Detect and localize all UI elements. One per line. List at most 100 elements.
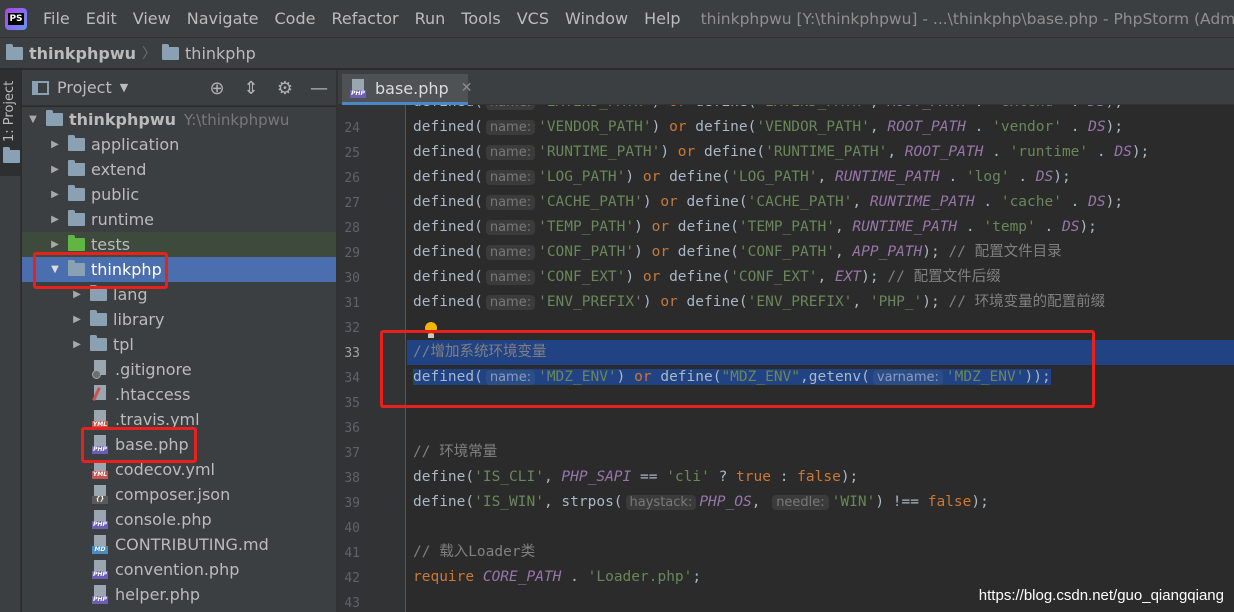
tree-item-label: tpl	[113, 335, 134, 354]
project-view-selector[interactable]: Project	[57, 78, 112, 97]
tree-item-console-php[interactable]: PHP console.php	[22, 507, 336, 532]
parameter-hint: needle:	[772, 495, 829, 510]
tree-item-label: thinkphp	[91, 260, 162, 279]
tree-item-library[interactable]: ▶ library	[22, 307, 336, 332]
tree-item-extend[interactable]: ▶ extend	[22, 157, 336, 182]
gitignore-file-icon	[92, 360, 109, 379]
menu-help[interactable]: Help	[636, 9, 688, 28]
window-title: thinkphpwu [Y:\thinkphpwu] - ...\thinkph…	[700, 9, 1234, 28]
menu-navigate[interactable]: Navigate	[179, 9, 267, 28]
gear-icon[interactable]: ⚙	[274, 78, 296, 99]
locate-target-icon[interactable]: ⊕	[206, 78, 228, 99]
menu-tools[interactable]: Tools	[453, 9, 508, 28]
tree-item-public[interactable]: ▶ public	[22, 182, 336, 207]
menu-run[interactable]: Run	[407, 9, 454, 28]
chevron-right-icon[interactable]: ▶	[70, 289, 84, 300]
parameter-hint: name:	[485, 295, 536, 310]
phpstorm-logo-icon: PS	[5, 7, 27, 30]
tree-item-label: base.php	[115, 435, 189, 454]
tree-item-runtime[interactable]: ▶ runtime	[22, 207, 336, 232]
tree-item-label: convention.php	[115, 560, 240, 579]
parameter-hint: name:	[485, 170, 536, 185]
menu-window[interactable]: Window	[557, 9, 636, 28]
chevron-right-icon[interactable]: ▶	[48, 214, 62, 225]
chevron-right-icon[interactable]: ▶	[48, 189, 62, 200]
code-line-34: defined(name: 'MDZ_ENV') or define("MDZ_E…	[407, 365, 1234, 390]
line-number: 33	[344, 346, 360, 361]
tree-item-codecov-yml[interactable]: YML codecov.yml	[22, 457, 336, 482]
tree-item-lang[interactable]: ▶ lang	[22, 282, 336, 307]
tree-item-travis-yml[interactable]: YML .travis.yml	[22, 407, 336, 432]
code-line-38: define('IS_CLI', PHP_SAPI == 'cli' ? tru…	[413, 469, 859, 485]
tree-item-application[interactable]: ▶ application	[22, 132, 336, 157]
menu-bar: PS File Edit View Navigate Code Refactor…	[0, 0, 1234, 37]
line-number: 35	[344, 396, 360, 411]
code-line-30: defined(name: 'CONF_EXT') or define('CONF…	[413, 269, 1001, 285]
tree-item-thinkphp[interactable]: ▼ thinkphp	[22, 257, 336, 282]
php-file-icon: PHP	[350, 78, 367, 98]
lightbulb-icon[interactable]	[424, 322, 438, 340]
php-file-icon: PHP	[92, 510, 109, 529]
parameter-hint: name:	[485, 270, 536, 285]
chevron-down-icon[interactable]: ▼	[48, 264, 62, 275]
tree-item-contributing-md[interactable]: MD CONTRIBUTING.md	[22, 532, 336, 557]
breadcrumb-item-thinkphp[interactable]: thinkphp	[162, 43, 256, 63]
chevron-down-icon[interactable]: ▼	[120, 81, 128, 94]
chevron-right-icon[interactable]: ▶	[70, 339, 84, 350]
parameter-hint: name:	[485, 220, 536, 235]
tree-item-gitignore[interactable]: .gitignore	[22, 357, 336, 382]
code-line-41: // 载入Loader类	[413, 544, 536, 560]
tree-item-label: .gitignore	[115, 360, 192, 379]
line-number: 26	[344, 171, 360, 186]
project-header-toolbar: ⊕ ⇕ ⚙ —	[206, 70, 330, 106]
line-number: 42	[344, 571, 360, 586]
folder-icon	[68, 135, 85, 151]
menu-edit[interactable]: Edit	[78, 9, 125, 28]
close-icon[interactable]: ✕	[461, 80, 473, 96]
chevron-right-icon[interactable]: ▶	[48, 239, 62, 250]
yml-file-icon: YML	[92, 460, 109, 479]
tree-item-label: CONTRIBUTING.md	[115, 535, 269, 554]
menu-file[interactable]: File	[35, 9, 78, 28]
tab-label: base.php	[375, 78, 449, 98]
tool-window-tab-project[interactable]: 1: Project	[0, 70, 21, 176]
line-number: 38	[344, 471, 360, 486]
tree-item-label: .htaccess	[115, 385, 191, 404]
minimize-icon[interactable]: —	[308, 78, 330, 99]
tree-item-root[interactable]: ▼ thinkphpwu Y:\thinkphpwu	[22, 107, 336, 132]
menu-vcs[interactable]: VCS	[509, 9, 557, 28]
chevron-down-icon[interactable]: ▼	[26, 114, 40, 125]
line-number: 36	[344, 421, 360, 436]
code-line-24: defined(name: 'VENDOR_PATH') or define('V…	[413, 119, 1124, 135]
tree-item-tests[interactable]: ▶ tests	[22, 232, 336, 257]
menu-refactor[interactable]: Refactor	[323, 9, 406, 28]
tree-item-composer-json[interactable]: {} composer.json	[22, 482, 336, 507]
tree-item-base-php[interactable]: PHP base.php	[22, 432, 336, 457]
code-editor[interactable]: defined(name:'EXTEND_PATH') or define('E…	[407, 92, 1234, 612]
menu-code[interactable]: Code	[267, 9, 324, 28]
line-number: 41	[344, 546, 360, 561]
chevron-right-icon[interactable]: ▶	[70, 314, 84, 325]
tree-item-label: extend	[91, 160, 147, 179]
line-number: 25	[344, 146, 360, 161]
tree-item-helper-php[interactable]: PHP helper.php	[22, 582, 336, 607]
code-line-26: defined(name: 'LOG_PATH') or define('LOG_…	[413, 169, 1071, 185]
line-number: 30	[344, 271, 360, 286]
breadcrumb-separator-icon: 〉	[142, 46, 157, 62]
tree-item-tpl[interactable]: ▶ tpl	[22, 332, 336, 357]
tree-item-label: application	[91, 135, 180, 154]
project-tree: ▼ thinkphpwu Y:\thinkphpwu ▶ application…	[22, 107, 336, 612]
tree-item-convention-php[interactable]: PHP convention.php	[22, 557, 336, 582]
folder-icon	[46, 110, 63, 126]
collapse-all-icon[interactable]: ⇕	[240, 78, 262, 99]
breadcrumb-item-project[interactable]: thinkphpwu	[6, 43, 136, 63]
tab-base-php[interactable]: PHP base.php ✕	[342, 74, 472, 105]
chevron-right-icon[interactable]: ▶	[48, 139, 62, 150]
tree-item-label: tests	[91, 235, 131, 254]
tree-item-htaccess[interactable]: .htaccess	[22, 382, 336, 407]
chevron-right-icon[interactable]: ▶	[48, 164, 62, 175]
folder-icon	[68, 210, 85, 226]
menu-view[interactable]: View	[125, 9, 179, 28]
line-number: 31	[344, 296, 360, 311]
